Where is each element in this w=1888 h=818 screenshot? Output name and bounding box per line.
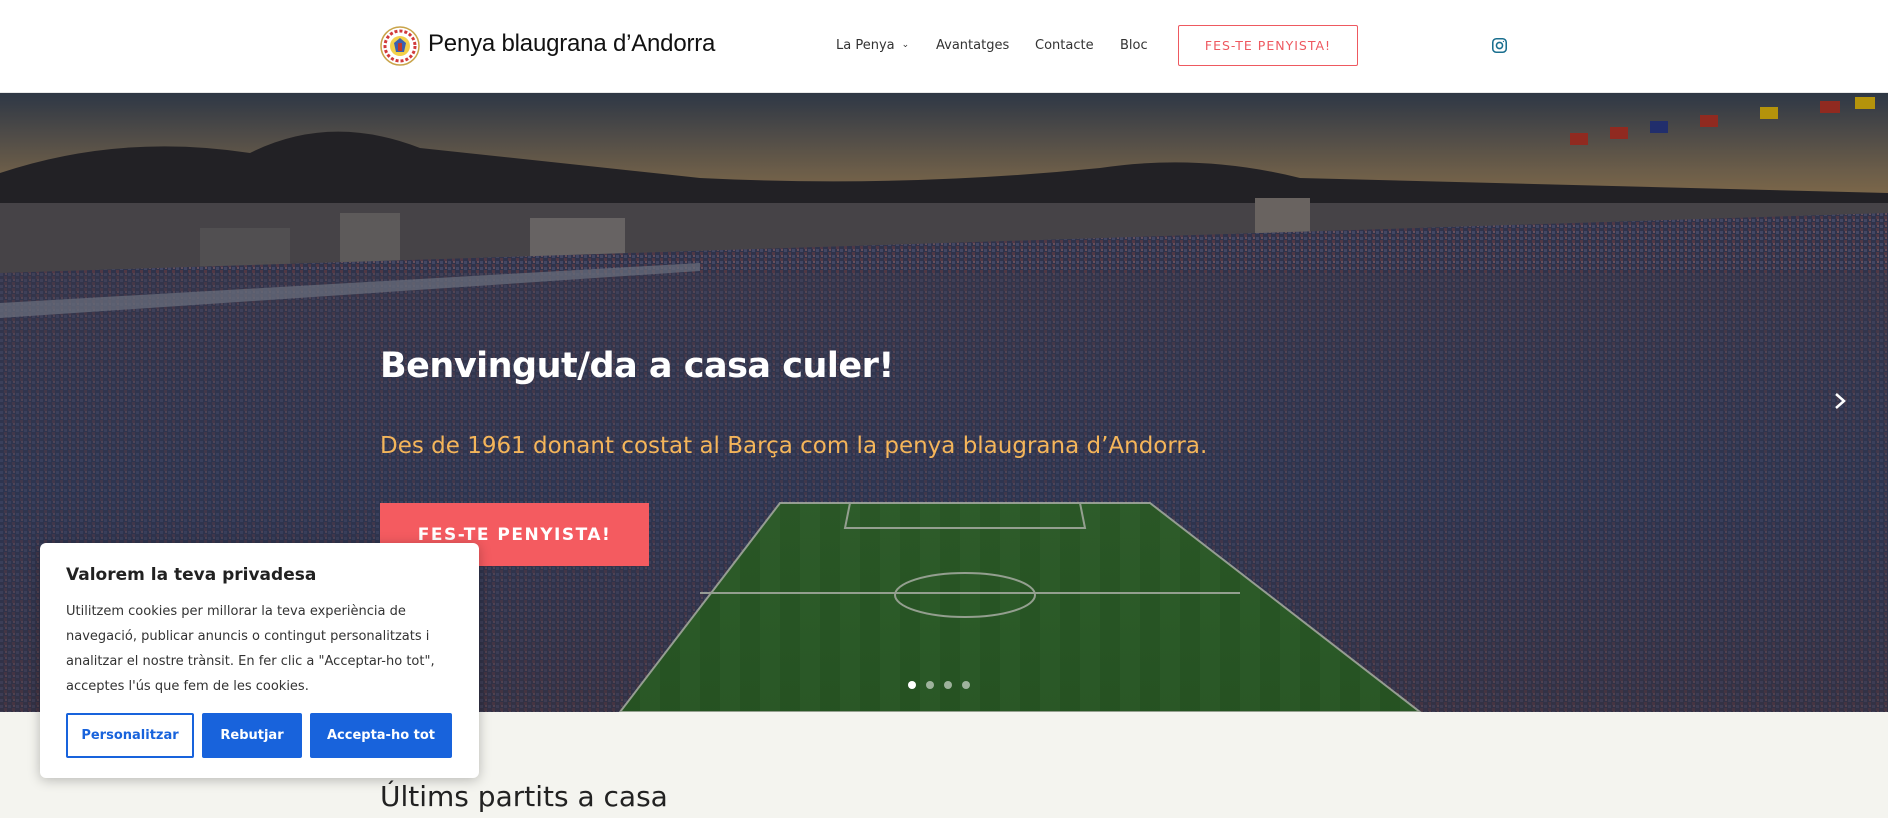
section-title: Últims partits a casa bbox=[380, 780, 668, 813]
reject-button[interactable]: Rebutjar bbox=[202, 713, 302, 758]
chevron-down-icon: ⌄ bbox=[901, 40, 910, 50]
nav-bloc[interactable]: Bloc bbox=[1120, 38, 1148, 53]
join-button-header[interactable]: FES-TE PENYISTA! bbox=[1178, 25, 1358, 66]
club-logo[interactable] bbox=[380, 26, 420, 66]
site-title[interactable]: Penya blaugrana d’Andorra bbox=[428, 30, 715, 58]
cookie-text: Utilitzem cookies per millorar la teva e… bbox=[66, 604, 435, 694]
cookie-consent-dialog: Valorem la teva privadesa Utilitzem cook… bbox=[40, 543, 479, 778]
cookie-title: Valorem la teva privadesa bbox=[66, 565, 317, 585]
slider-dot-2[interactable] bbox=[926, 681, 934, 689]
nav-avantatges[interactable]: Avantatges bbox=[936, 38, 1009, 53]
slider-dot-3[interactable] bbox=[944, 681, 952, 689]
nav-la-penya[interactable]: La Penya ⌄ bbox=[836, 38, 909, 53]
hero-subtitle: Des de 1961 donant costat al Barça com l… bbox=[380, 433, 1208, 459]
nav-la-penya-label: La Penya bbox=[836, 38, 895, 53]
hero-title: Benvingut/da a casa culer! bbox=[380, 346, 894, 386]
instagram-icon[interactable] bbox=[1491, 37, 1508, 54]
slider-dot-1[interactable] bbox=[908, 681, 916, 689]
site-header: Penya blaugrana d’Andorra La Penya ⌄ Avan… bbox=[0, 0, 1888, 93]
chevron-right-icon[interactable] bbox=[1830, 388, 1850, 414]
accept-all-button[interactable]: Accepta-ho tot bbox=[310, 713, 452, 758]
slider-dot-4[interactable] bbox=[962, 681, 970, 689]
customize-button[interactable]: Personalitzar bbox=[66, 713, 194, 758]
slider-dots bbox=[908, 681, 970, 689]
nav-contacte[interactable]: Contacte bbox=[1035, 38, 1094, 53]
